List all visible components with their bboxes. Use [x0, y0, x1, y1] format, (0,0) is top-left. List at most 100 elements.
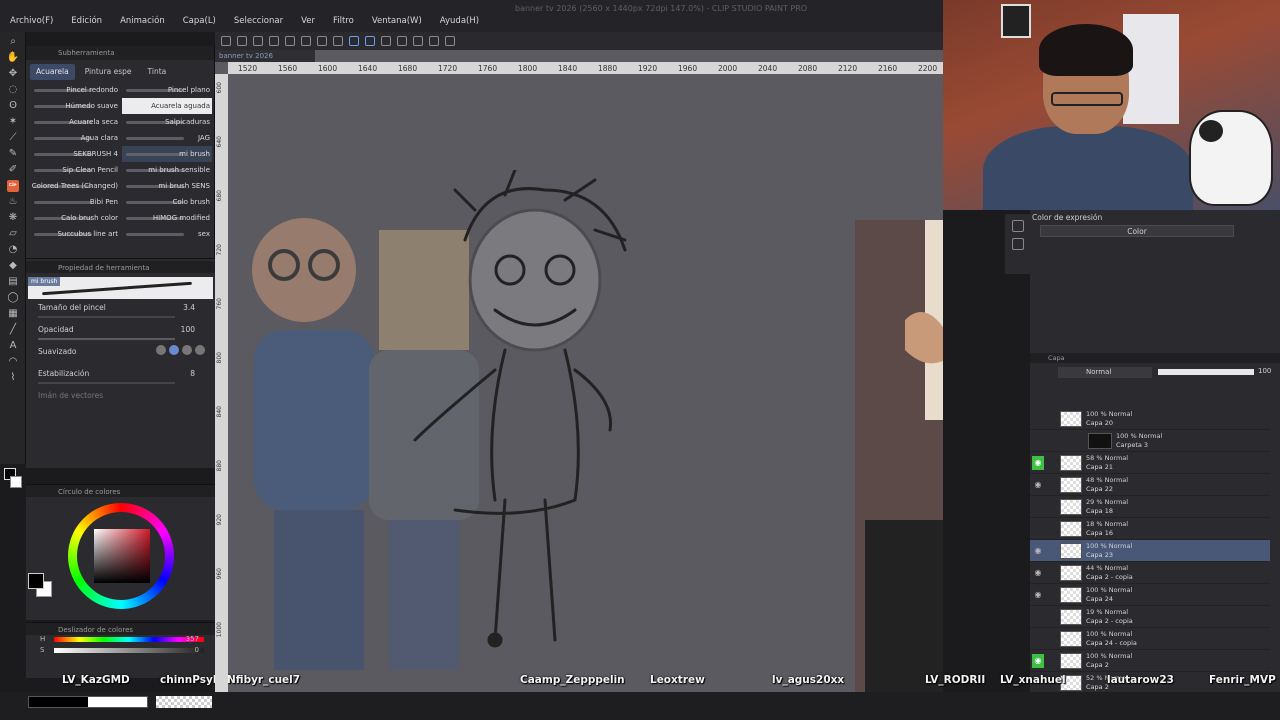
layer-row[interactable]: ◉ 100 % Normal Capa 23	[1030, 540, 1270, 562]
new-icon[interactable]	[221, 36, 231, 46]
undo-icon[interactable]	[269, 36, 279, 46]
brush-item[interactable]: Succubus line art	[30, 226, 120, 242]
ruler-top[interactable]: 1520 1560 1600 1640 1680 1720 1760 1800 …	[228, 62, 943, 74]
brush-item-selected[interactable]: mi brush	[122, 146, 212, 162]
airbrush-tool-icon[interactable]: ♨	[7, 196, 19, 208]
eraser-tool-icon[interactable]: ▱	[7, 228, 19, 240]
snap-grid-icon[interactable]	[365, 36, 375, 46]
brush-item[interactable]: Pincel redondo	[30, 82, 120, 98]
layer-row[interactable]: ◉ 100 % Normal Capa 2	[1030, 650, 1270, 672]
eye-icon[interactable]	[1032, 434, 1044, 448]
menu-view[interactable]: Ver	[301, 16, 315, 26]
menu-animation[interactable]: Animación	[120, 16, 165, 26]
smoothing-row[interactable]: Suavizado	[26, 343, 215, 365]
eye-icon[interactable]: ◉	[1032, 566, 1044, 580]
eye-icon[interactable]: ◉	[1032, 456, 1044, 470]
menu-window[interactable]: Ventana(W)	[372, 16, 422, 26]
brush-item[interactable]: Húmedo suave	[30, 98, 120, 114]
menu-file[interactable]: Archivo(F)	[10, 16, 53, 26]
eye-icon[interactable]: ◉	[1032, 544, 1044, 558]
brush-item[interactable]: Bibi Pen	[30, 194, 120, 210]
layer-row[interactable]: 18 % Normal Capa 16	[1030, 518, 1270, 540]
layer-row[interactable]: ◉ 58 % Normal Capa 21	[1030, 452, 1270, 474]
brush-item[interactable]: Sip Clean Pencil	[30, 162, 120, 178]
layer-row[interactable]: 100 % Normal Capa 20	[1030, 408, 1270, 430]
hue-slider[interactable]: H 357	[26, 635, 215, 646]
redo-icon[interactable]	[285, 36, 295, 46]
blend-mode-select[interactable]: Normal	[1058, 367, 1152, 378]
menu-edit[interactable]: Edición	[71, 16, 102, 26]
brush-item[interactable]: Colo brush	[122, 194, 212, 210]
brush-item[interactable]: HIMOG modified	[122, 210, 212, 226]
brush-item[interactable]: Calo brush color	[30, 210, 120, 226]
select-tool-icon[interactable]: ◌	[7, 84, 19, 96]
open-icon[interactable]	[237, 36, 247, 46]
rotate-icon[interactable]	[413, 36, 423, 46]
layer-row[interactable]: 100 % Normal Capa 24 - copia	[1030, 628, 1270, 650]
brush-item[interactable]: JAG	[122, 130, 212, 146]
layer-row[interactable]: 19 % Normal Capa 2 - copia	[1030, 606, 1270, 628]
fill-tool-icon[interactable]: ◆	[7, 260, 19, 272]
text-tool-icon[interactable]: A	[7, 340, 19, 352]
blend-tool-icon[interactable]: ◔	[7, 244, 19, 256]
eyedropper-tool-icon[interactable]: ⟋	[7, 132, 19, 144]
eye-icon[interactable]	[1032, 500, 1044, 514]
transparent-swatch[interactable]	[156, 696, 212, 708]
canvas-tab[interactable]: banner tv 2026	[215, 50, 315, 62]
settings-icon[interactable]	[445, 36, 455, 46]
move-tool-icon[interactable]: ✥	[7, 68, 19, 80]
layer-folder[interactable]: 100 % Normal Carpeta 3	[1030, 430, 1270, 452]
tab-tinta[interactable]: Tinta	[142, 64, 173, 80]
snap-ruler-icon[interactable]	[349, 36, 359, 46]
brush-size-value[interactable]: 3.4	[183, 303, 195, 312]
brush-size-row[interactable]: Tamaño del pincel 3.4	[26, 299, 215, 321]
decoration-tool-icon[interactable]: ❋	[7, 212, 19, 224]
eye-icon[interactable]	[1032, 412, 1044, 426]
ruler-tool-icon[interactable]: ╱	[7, 324, 19, 336]
layer-row[interactable]: ◉ 48 % Normal Capa 22	[1030, 474, 1270, 496]
transform-icon[interactable]	[333, 36, 343, 46]
lasso-tool-icon[interactable]: ʘ	[7, 100, 19, 112]
hue-value[interactable]: 357	[186, 635, 199, 643]
layer-property-icon[interactable]	[1011, 238, 1024, 250]
gradient-tool-icon[interactable]: ▤	[7, 276, 19, 288]
foreground-color-swatch[interactable]	[28, 573, 44, 589]
saturation-value[interactable]: 0	[195, 646, 199, 654]
flip-icon[interactable]	[397, 36, 407, 46]
menu-select[interactable]: Seleccionar	[234, 16, 283, 26]
layer-opacity-value[interactable]: 100	[1258, 367, 1271, 375]
layer-row[interactable]: ◉ 100 % Normal Capa 24	[1030, 584, 1270, 606]
navigator-icon[interactable]	[1011, 220, 1024, 232]
menu-layer[interactable]: Capa(L)	[183, 16, 216, 26]
brush-item[interactable]: Agua clara	[30, 130, 120, 146]
saturation-value-square[interactable]	[94, 529, 150, 583]
zoom-icon[interactable]	[429, 36, 439, 46]
figure-tool-icon[interactable]: ◯	[7, 292, 19, 304]
color-expression-select[interactable]: Color	[1040, 225, 1234, 237]
smoothing-options[interactable]	[156, 345, 205, 355]
balloon-tool-icon[interactable]: ◠	[7, 356, 19, 368]
eye-icon[interactable]: ◉	[1032, 588, 1044, 602]
brush-item[interactable]: SEKBRUSH 4	[30, 146, 120, 162]
canvas[interactable]	[215, 50, 943, 692]
layer-row[interactable]: ◉ 44 % Normal Capa 2 - copia	[1030, 562, 1270, 584]
brush-item[interactable]: mi brush SENS	[122, 178, 212, 194]
stabilization-row[interactable]: Estabilización 8	[26, 365, 215, 387]
pen-tool-icon[interactable]: ✎	[7, 148, 19, 160]
brush-item[interactable]: Salpicaduras	[122, 114, 212, 130]
sub-color-swatch[interactable]	[10, 476, 22, 488]
save-icon[interactable]	[253, 36, 263, 46]
menu-help[interactable]: Ayuda(H)	[440, 16, 479, 26]
zoom-tool-icon[interactable]: ⌕	[7, 36, 19, 48]
saturation-slider[interactable]: S 0	[26, 646, 215, 657]
layer-opacity-slider[interactable]	[1158, 369, 1254, 375]
vector-row[interactable]: Imán de vectores	[26, 387, 215, 409]
brush-tool-icon[interactable]: ✑	[7, 180, 19, 192]
layer-row[interactable]: 52 % Normal Capa 2	[1030, 672, 1270, 694]
snap-special-icon[interactable]	[381, 36, 391, 46]
opacity-row[interactable]: Opacidad 100	[26, 321, 215, 343]
brush-item[interactable]: Acuarela aguada	[122, 98, 212, 114]
frame-tool-icon[interactable]: ▦	[7, 308, 19, 320]
color-history-bar[interactable]	[28, 696, 148, 708]
correct-line-tool-icon[interactable]: ⌇	[7, 372, 19, 384]
